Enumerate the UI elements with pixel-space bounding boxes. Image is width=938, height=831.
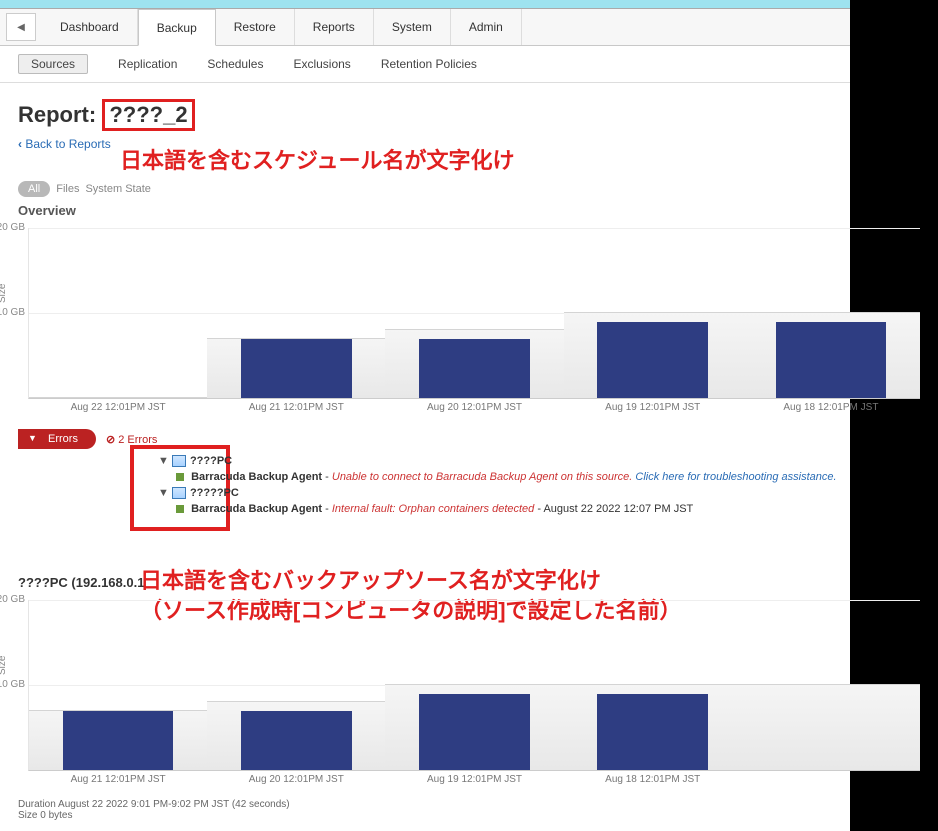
tab-admin[interactable]: Admin xyxy=(451,9,522,45)
source-chart: Size 20 GB10 GBAug 21 12:01PM JSTAug 20 … xyxy=(28,600,920,771)
chart-bar xyxy=(63,711,173,771)
errors-block: ????PC Barracuda Backup Agent - Unable t… xyxy=(158,455,920,515)
x-tick: Aug 20 12:01PM JST xyxy=(249,774,344,785)
x-tick: Aug 21 12:01PM JST xyxy=(71,774,166,785)
errors-tab[interactable]: Errors xyxy=(18,429,96,449)
chart-bar xyxy=(241,711,351,771)
tab-reports[interactable]: Reports xyxy=(295,9,374,45)
filter-files[interactable]: Files xyxy=(56,183,79,195)
error-source-2[interactable]: ?????PC xyxy=(158,487,920,499)
y-tick: 10 GB xyxy=(0,679,25,690)
chart-bar xyxy=(419,339,529,399)
filter-bar: All Files System State xyxy=(18,181,920,197)
chart-bar xyxy=(597,694,707,771)
x-tick: Aug 19 12:01PM JST xyxy=(427,774,522,785)
x-tick: Aug 19 12:01PM JST xyxy=(605,402,700,413)
filter-all[interactable]: All xyxy=(18,181,50,197)
error-agent-row-2: Barracuda Backup Agent - Internal fault:… xyxy=(176,503,920,515)
main-tab-bar: ◀ Dashboard Backup Restore Reports Syste… xyxy=(0,9,938,46)
error-agent-row-1: Barracuda Backup Agent - Unable to conne… xyxy=(176,471,920,483)
computer-icon xyxy=(172,455,186,467)
subtab-replication[interactable]: Replication xyxy=(118,57,177,71)
x-tick: Aug 20 12:01PM JST xyxy=(427,402,522,413)
x-tick: Aug 18 12:01PM JST xyxy=(783,402,878,413)
error-source-1[interactable]: ????PC xyxy=(158,455,920,467)
annotation-source-garbled: 日本語を含むバックアップソース名が文字化け xyxy=(140,563,601,595)
x-tick: Aug 18 12:01PM JST xyxy=(605,774,700,785)
y-axis-label: Size xyxy=(0,656,8,675)
chart-bar xyxy=(597,322,707,399)
subtab-exclusions[interactable]: Exclusions xyxy=(293,57,350,71)
status-square-icon xyxy=(176,473,184,481)
sub-tab-bar: Sources Replication Schedules Exclusions… xyxy=(0,46,938,83)
computer-icon xyxy=(172,487,186,499)
report-name-garbled: ????_2 xyxy=(102,99,194,131)
collapse-icon[interactable]: ◀ xyxy=(6,13,36,41)
tab-dashboard[interactable]: Dashboard xyxy=(42,9,138,45)
x-tick: Aug 21 12:01PM JST xyxy=(249,402,344,413)
y-tick: 20 GB xyxy=(0,222,25,233)
report-prefix: Report: xyxy=(18,102,96,127)
tab-backup[interactable]: Backup xyxy=(138,9,216,46)
annotation-schedule-garbled: 日本語を含むスケジュール名が文字化け xyxy=(120,143,514,175)
y-axis-label: Size xyxy=(0,284,8,303)
tab-restore[interactable]: Restore xyxy=(216,9,295,45)
subtab-retention[interactable]: Retention Policies xyxy=(381,57,477,71)
y-tick: 20 GB xyxy=(0,594,25,605)
x-tick: Aug 22 12:01PM JST xyxy=(71,402,166,413)
report-footer: Duration August 22 2022 9:01 PM-9:02 PM … xyxy=(18,799,290,821)
page-title: Report: ????_2 xyxy=(18,99,920,131)
tab-system[interactable]: System xyxy=(374,9,451,45)
filter-system-state[interactable]: System State xyxy=(85,183,150,195)
status-square-icon xyxy=(176,505,184,513)
errors-count: 2 Errors xyxy=(106,433,157,446)
y-tick: 10 GB xyxy=(0,307,25,318)
subtab-schedules[interactable]: Schedules xyxy=(207,57,263,71)
size-text: Size 0 bytes xyxy=(18,810,290,821)
chart-bar xyxy=(241,339,351,399)
overview-chart: Size 20 GB10 GBAug 22 12:01PM JSTAug 21 … xyxy=(28,228,920,399)
duration-text: Duration August 22 2022 9:01 PM-9:02 PM … xyxy=(18,799,290,810)
subtab-sources[interactable]: Sources xyxy=(18,54,88,74)
chart-bar xyxy=(776,322,886,399)
overview-heading: Overview xyxy=(18,203,920,218)
chart-bar xyxy=(419,694,529,771)
troubleshoot-link[interactable]: Click here for troubleshooting assistanc… xyxy=(635,471,836,483)
